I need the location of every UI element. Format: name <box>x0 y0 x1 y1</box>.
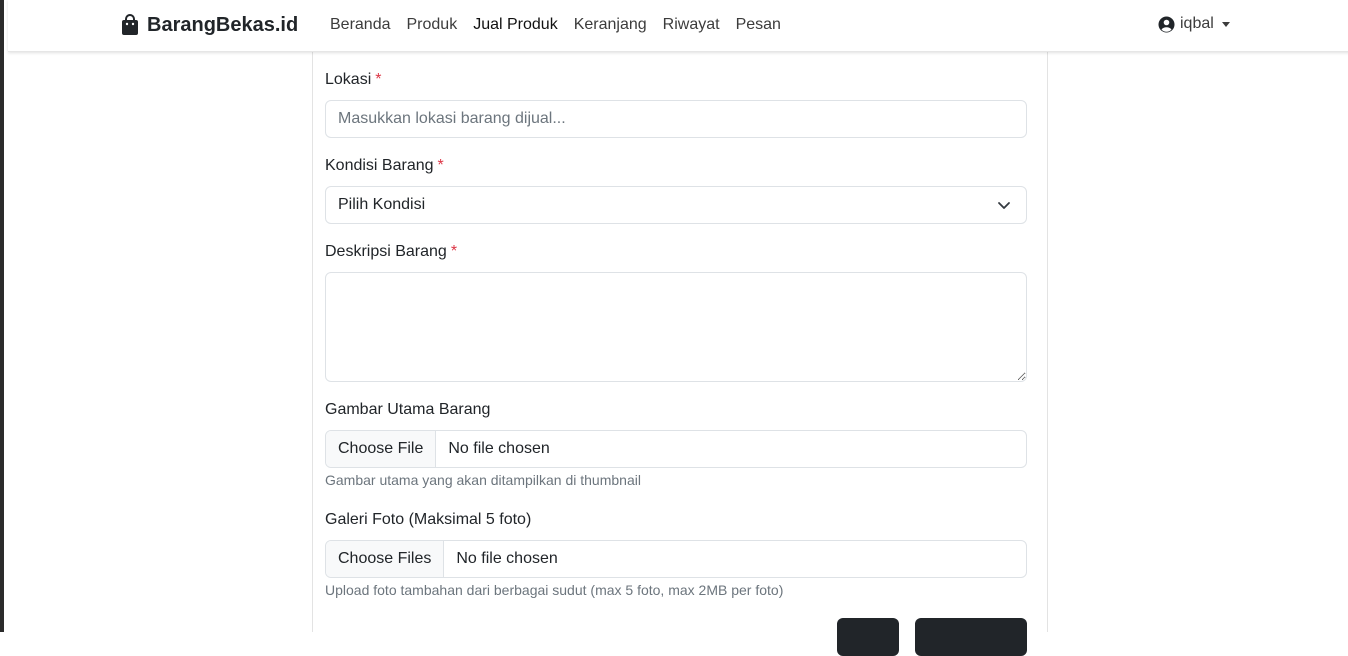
deskripsi-textarea[interactable] <box>325 272 1027 382</box>
kondisi-select[interactable]: Pilih Kondisi <box>325 186 1027 224</box>
gambar-utama-file-input[interactable]: Choose File No file chosen <box>325 430 1027 468</box>
deskripsi-label: Deskripsi Barang * <box>325 243 458 260</box>
gambar-utama-help: Gambar utama yang akan ditampilkan di th… <box>325 472 641 488</box>
lokasi-input[interactable] <box>325 100 1027 138</box>
lokasi-label: Lokasi * <box>325 71 382 88</box>
cancel-button[interactable] <box>837 618 899 656</box>
nav-produk[interactable]: Produk <box>399 15 466 35</box>
nav-keranjang[interactable]: Keranjang <box>566 15 655 35</box>
required-mark: * <box>450 243 458 260</box>
galeri-label: Galeri Foto (Maksimal 5 foto) <box>325 511 532 528</box>
required-mark: * <box>437 157 444 174</box>
nav-pesan[interactable]: Pesan <box>728 15 789 35</box>
user-circle-icon <box>1158 16 1175 33</box>
navbar: BarangBekas.id Beranda Produk Jual Produ… <box>8 0 1348 52</box>
galeri-file-input[interactable]: Choose Files No file chosen <box>325 540 1027 578</box>
chevron-down-icon <box>996 197 1012 213</box>
user-menu-dropdown[interactable]: iqbal <box>1158 15 1230 33</box>
caret-down-icon <box>1221 21 1230 27</box>
kondisi-selected-value: Pilih Kondisi <box>338 196 426 213</box>
nav-jual-produk[interactable]: Jual Produk <box>465 15 566 35</box>
user-name: iqbal <box>1180 15 1214 32</box>
shopping-bag-icon <box>120 14 140 36</box>
gambar-utama-label: Gambar Utama Barang <box>325 401 491 418</box>
submit-button[interactable] <box>915 618 1027 656</box>
choose-files-button[interactable]: Choose Files <box>326 541 445 577</box>
choose-file-button[interactable]: Choose File <box>326 431 437 467</box>
nav-links: Beranda Produk Jual Produk Keranjang Riw… <box>322 15 789 35</box>
nav-riwayat[interactable]: Riwayat <box>655 15 728 35</box>
brand-link[interactable]: BarangBekas.id <box>120 12 298 38</box>
file-status: No file chosen <box>448 440 550 457</box>
brand-name: BarangBekas.id <box>147 13 299 36</box>
file-status: No file chosen <box>456 550 558 567</box>
nav-beranda[interactable]: Beranda <box>322 15 399 35</box>
galeri-help: Upload foto tambahan dari berbagai sudut… <box>325 582 784 598</box>
kondisi-label: Kondisi Barang * <box>325 157 444 174</box>
required-mark: * <box>375 71 382 88</box>
